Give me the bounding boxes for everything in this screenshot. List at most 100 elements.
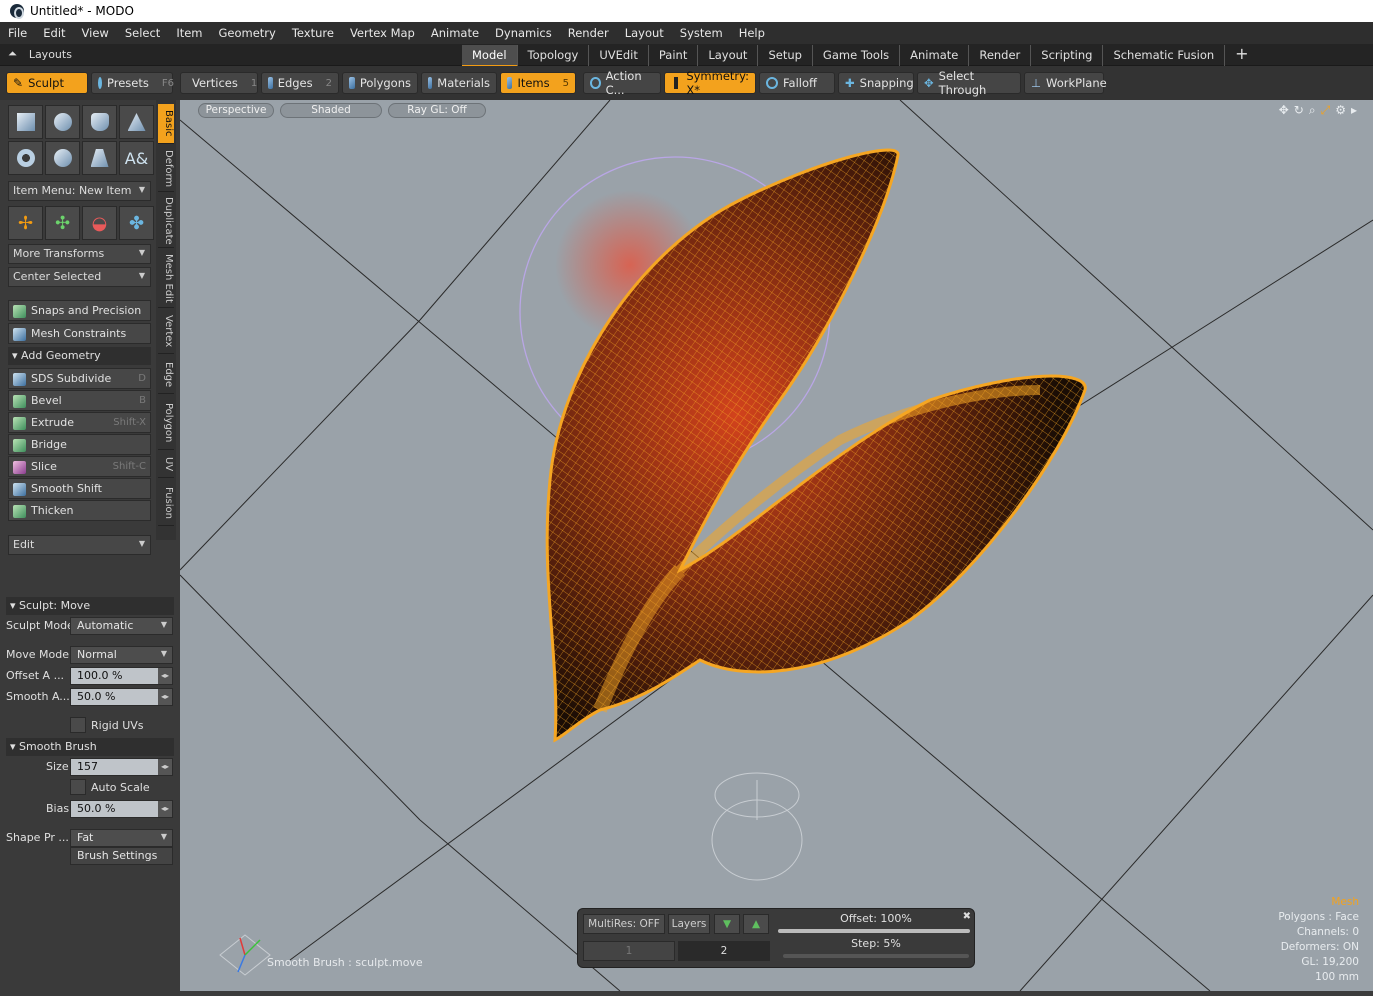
tab-uvedit[interactable]: UVEdit [589,45,649,67]
3d-viewport[interactable]: Perspective Shaded Ray GL: Off ✥ ↻ ⌕ ⤢ ⚙… [180,100,1373,991]
raygl-button[interactable]: Ray GL: Off [388,103,486,118]
vtab-uv[interactable]: UV [158,452,174,478]
chevron-right-icon[interactable]: ▸ [1351,103,1357,118]
vtab-deform[interactable]: Deform [158,146,174,192]
tab-schematic-fusion[interactable]: Schematic Fusion [1103,45,1226,67]
snaps-precision-button[interactable]: Snaps and Precision [8,300,151,321]
more-transforms-dropdown[interactable]: More Transforms [8,244,151,264]
sculpt-move-header[interactable]: ▾ Sculpt: Move [6,597,174,615]
brush-settings-button[interactable]: Brush Settings [70,847,173,865]
menu-texture[interactable]: Texture [284,26,342,40]
menu-layout[interactable]: Layout [617,26,672,40]
fit-icon[interactable]: ⤢ [1321,103,1331,118]
materials-button[interactable]: Materials [421,72,497,94]
smooth-amount-field[interactable]: 50.0 % [70,688,173,706]
sds-subdivide-button[interactable]: SDS Subdivide D [8,368,151,389]
cube-primitive-button[interactable] [8,105,43,139]
mesh-constraints-button[interactable]: Mesh Constraints [8,323,151,344]
move-mode-select[interactable]: Normal [70,646,173,664]
presets-button[interactable]: Presets F6 [91,72,174,94]
rotate-tool-button[interactable]: ✣ [45,206,80,240]
capsule-primitive-button[interactable] [45,141,80,175]
level-1-button[interactable]: 1 [583,941,675,961]
menu-system[interactable]: System [672,26,731,40]
smooth-brush-header[interactable]: ▾ Smooth Brush [6,738,174,756]
text-primitive-button[interactable]: A& [119,141,154,175]
menu-animate[interactable]: Animate [423,26,487,40]
menu-render[interactable]: Render [560,26,617,40]
shaded-button[interactable]: Shaded [280,103,382,118]
torus-primitive-button[interactable] [8,141,43,175]
bias-field[interactable]: 50.0 % [70,800,173,818]
scale-tool-button[interactable]: ◒ [82,206,117,240]
thicken-button[interactable]: Thicken [8,500,151,521]
sculpt-mode-select[interactable]: Automatic [70,617,173,635]
extrude-button[interactable]: Extrude Shift-X [8,412,151,433]
menu-geometry[interactable]: Geometry [211,26,284,40]
tab-paint[interactable]: Paint [649,45,699,67]
items-button[interactable]: Items 5 [500,72,576,94]
tab-setup[interactable]: Setup [758,45,813,67]
select-through-button[interactable]: ✥ Select Through [917,69,1021,97]
orbit-icon[interactable]: ↻ [1294,103,1304,118]
polygons-button[interactable]: Polygons [342,72,418,94]
menu-dynamics[interactable]: Dynamics [487,26,560,40]
workplane-button[interactable]: ⊥ WorkPlane [1024,72,1107,94]
zoom-icon[interactable]: ⌕ [1309,103,1316,118]
tab-render[interactable]: Render [969,45,1032,67]
tab-layout[interactable]: Layout [698,45,759,67]
layers-button[interactable]: Layers [668,914,710,934]
size-field[interactable]: 157 [70,758,173,776]
tab-model[interactable]: Model [462,45,518,67]
cylinder-primitive-button[interactable] [82,105,117,139]
menu-vertex-map[interactable]: Vertex Map [342,26,423,40]
layouts-button[interactable]: ⏶ Layouts [8,47,72,61]
menu-select[interactable]: Select [117,26,168,40]
center-selected-dropdown[interactable]: Center Selected [8,267,151,287]
menu-view[interactable]: View [74,26,117,40]
auto-scale-checkbox[interactable] [70,779,86,795]
snapping-button[interactable]: ✚ Snapping [838,72,914,94]
transform-tool-button[interactable]: ✤ [119,206,154,240]
add-tab-button[interactable]: + [1225,45,1258,67]
sphere-primitive-button[interactable] [45,105,80,139]
tab-topology[interactable]: Topology [518,45,590,67]
symmetry-button[interactable]: Symmetry: X* [664,69,756,97]
tab-animate[interactable]: Animate [900,45,970,67]
shape-preset-select[interactable]: Fat [70,829,173,847]
smooth-shift-button[interactable]: Smooth Shift [8,478,151,499]
item-menu-dropdown[interactable]: Item Menu: New Item [8,181,151,201]
cone-primitive-button[interactable] [119,105,154,139]
edit-dropdown[interactable]: Edit [8,535,151,555]
vtab-duplicate[interactable]: Duplicate [158,194,174,248]
offset-slider[interactable] [778,929,970,933]
light-primitive-button[interactable] [82,141,117,175]
pan-icon[interactable]: ✥ [1279,103,1289,118]
bevel-button[interactable]: Bevel B [8,390,151,411]
vertices-button[interactable]: Vertices 1 [180,72,258,94]
step-slider[interactable] [783,954,969,958]
multires-toggle[interactable]: MultiRes: OFF [583,914,665,934]
level-down-button[interactable]: ▼ [714,914,740,934]
edges-button[interactable]: Edges 2 [261,72,339,94]
menu-file[interactable]: File [0,26,35,40]
perspective-button[interactable]: Perspective [198,103,274,118]
add-geometry-header[interactable]: ▾ Add Geometry [8,347,151,365]
vtab-edge[interactable]: Edge [158,356,174,394]
falloff-button[interactable]: Falloff [759,72,835,94]
menu-item[interactable]: Item [168,26,210,40]
offset-amount-field[interactable]: 100.0 % [70,667,173,685]
gear-icon[interactable]: ⚙ [1335,103,1346,118]
menu-help[interactable]: Help [731,26,773,40]
rigid-uvs-checkbox[interactable] [70,717,86,733]
move-tool-button[interactable]: ✢ [8,206,43,240]
bridge-button[interactable]: Bridge [8,434,151,455]
vtab-mesh-edit[interactable]: Mesh Edit [158,250,174,308]
menu-edit[interactable]: Edit [35,26,73,40]
slice-button[interactable]: Slice Shift-C [8,456,151,477]
close-icon[interactable]: ✖ [963,911,971,922]
level-2-button[interactable]: 2 [678,941,770,961]
tab-scripting[interactable]: Scripting [1031,45,1104,67]
vtab-polygon[interactable]: Polygon [158,396,174,450]
vtab-fusion[interactable]: Fusion [158,480,174,526]
